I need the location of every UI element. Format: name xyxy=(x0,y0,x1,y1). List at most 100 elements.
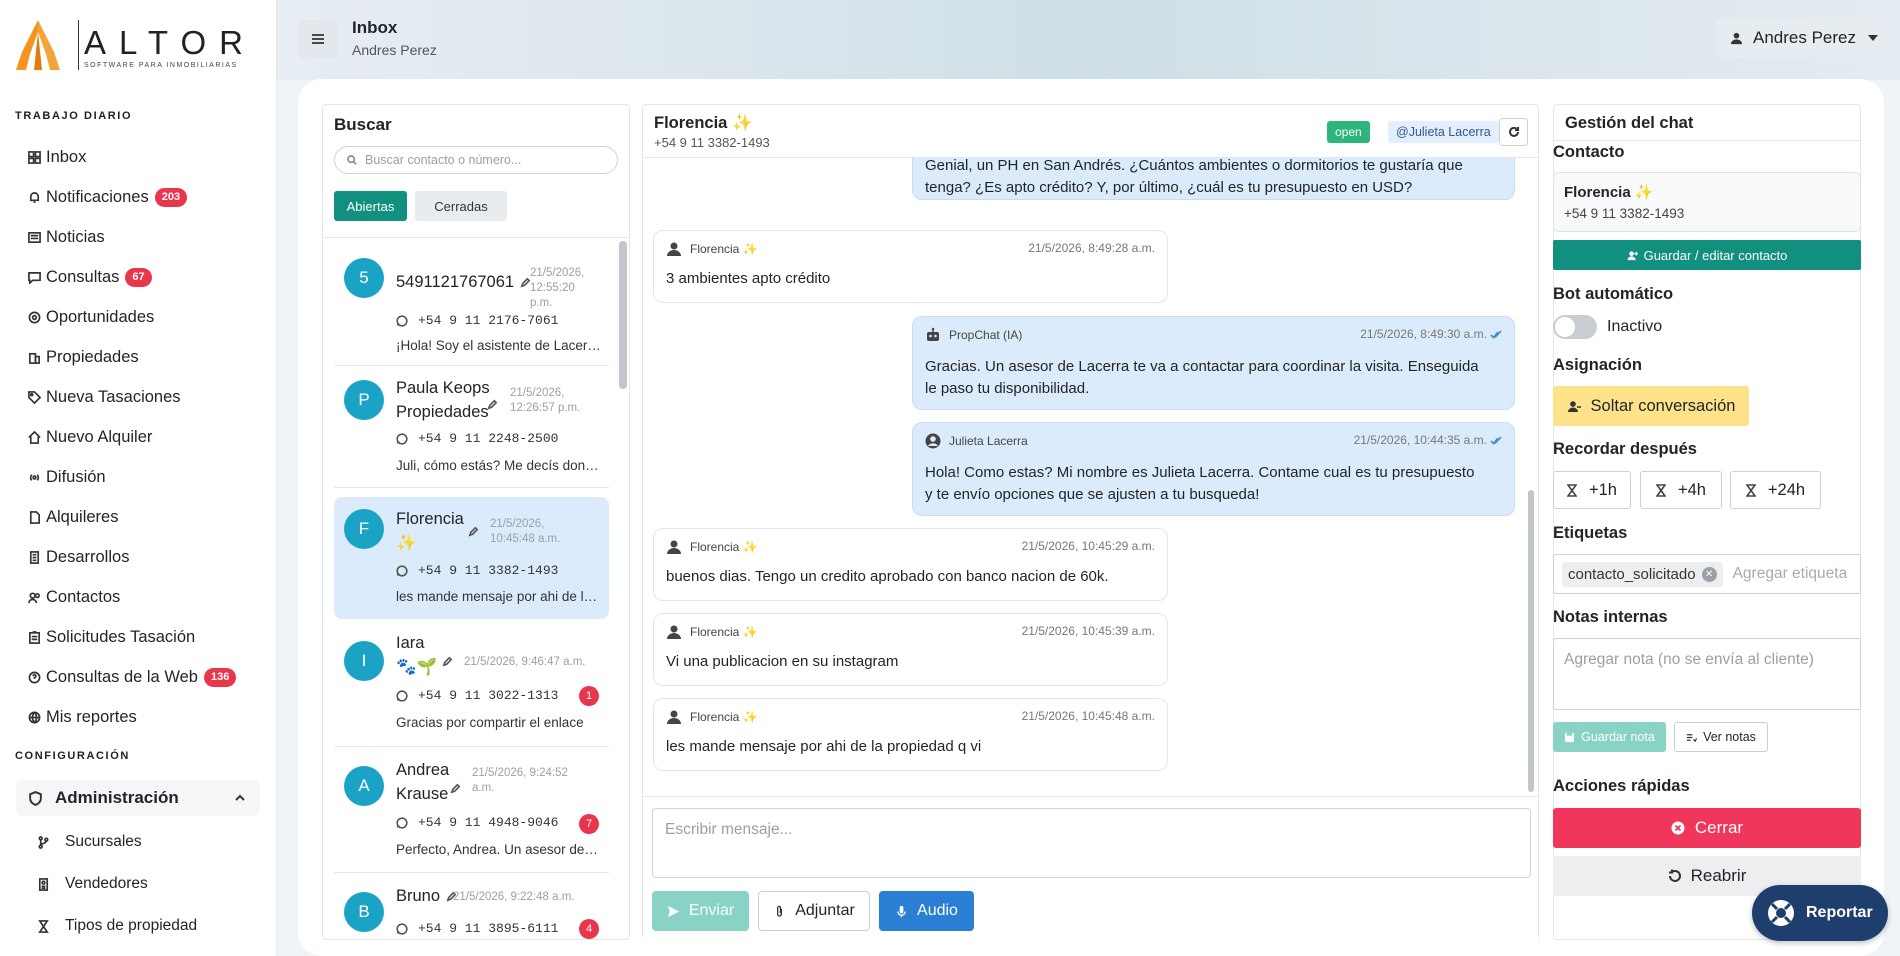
sparkle-emoji: ✨ xyxy=(731,114,753,132)
audio-button[interactable]: Audio xyxy=(879,891,974,931)
remind-1h-button[interactable]: +1h xyxy=(1553,471,1631,509)
close-conversation-button[interactable]: Cerrar xyxy=(1553,808,1861,848)
paperclip-icon xyxy=(777,905,783,917)
conversation-phone: +54 9 11 4948-9046 xyxy=(396,815,558,830)
pencil-icon[interactable] xyxy=(487,399,498,410)
hourglass-icon xyxy=(38,919,49,933)
sidebar-item-vendedores[interactable]: Vendedores xyxy=(37,875,148,893)
refresh-button[interactable] xyxy=(1499,118,1528,146)
user-icon xyxy=(667,625,681,639)
save-contact-button[interactable]: Guardar / editar contacto xyxy=(1553,240,1861,270)
sidebar-item-difusion[interactable]: Difusión xyxy=(28,466,106,488)
send-button[interactable]: Enviar xyxy=(652,891,749,931)
conversation-preview: Perfecto, Andrea. Un asesor de Lacerra xyxy=(396,842,601,857)
tag-placeholder[interactable]: Agregar etiqueta xyxy=(1733,565,1848,583)
hourglass-icon xyxy=(1656,483,1666,497)
globe-icon xyxy=(28,711,41,724)
sidebar-item-propiedades[interactable]: Propiedades xyxy=(28,346,139,368)
sidebar-item-oportunidades[interactable]: Oportunidades xyxy=(28,306,154,328)
user-name: Andres Perez xyxy=(1753,28,1856,47)
sidebar-item-nuevo-alquiler[interactable]: Nuevo Alquiler xyxy=(28,426,152,448)
tab-abiertas[interactable]: Abiertas xyxy=(334,191,407,221)
message-text: Vi una publicacion en su instagram xyxy=(666,653,899,670)
whatsapp-icon xyxy=(396,922,408,935)
remove-tag-icon[interactable]: ✕ xyxy=(1701,566,1717,582)
sidebar-item-label: Nuevo Alquiler xyxy=(46,427,153,446)
conversation-date: 21/5/2026, 12:26:57 p.m. xyxy=(510,386,580,416)
conversation-name-text: Bruno xyxy=(396,887,441,905)
sidebar-item-tipos-propiedad[interactable]: Tipos de propiedad xyxy=(37,917,197,935)
notes-textarea[interactable]: Agregar nota (no se envía al cliente) xyxy=(1553,638,1861,710)
conversation-preview: Gracias por compartir el enlace xyxy=(396,715,584,730)
sidebar-group-administracion[interactable]: Administración xyxy=(16,780,260,816)
conversation-phone-text: +54 9 11 4948-9046 xyxy=(418,815,559,830)
conversation-item[interactable]: I Iara 🐾🌱 21/5/2026, 9:46:47 a.m. +54 9 1… xyxy=(334,623,609,747)
message-time-text: 21/5/2026, 10:45:39 a.m. xyxy=(1021,624,1155,638)
message-line: y te envío opciones que se ajusten a tu … xyxy=(925,486,1260,503)
management-title: Gestión del chat xyxy=(1565,114,1694,132)
sidebar-item-solicitudes-tasacion[interactable]: Solicitudes Tasación xyxy=(28,626,195,648)
message-time: 21/5/2026, 10:44:35 a.m. xyxy=(1354,433,1502,447)
user-menu-button[interactable]: Andres Perez xyxy=(1716,18,1884,58)
avatar: A xyxy=(344,766,384,806)
pencil-icon[interactable] xyxy=(442,656,453,667)
conversation-name-line: Florencia xyxy=(396,510,464,528)
sparkle-emoji: ✨ xyxy=(396,534,417,552)
message-line: Gracias. Un asesor de Lacerra te va a co… xyxy=(925,358,1479,375)
whatsapp-icon xyxy=(396,816,408,829)
remind-4h-button[interactable]: +4h xyxy=(1640,471,1722,509)
conversation-item[interactable]: A Andrea Krause 21/5/2026, 9:24:52 a.m. +5… xyxy=(334,748,609,873)
shield-icon xyxy=(29,790,42,806)
date-line: 12:55:20 xyxy=(530,282,575,294)
sidebar-item-notificaciones[interactable]: Notificaciones 203 xyxy=(28,186,188,208)
sidebar-item-label: Oportunidades xyxy=(46,307,155,326)
send-icon xyxy=(667,905,679,917)
bot-toggle[interactable] xyxy=(1553,315,1597,339)
sidebar-item-inbox[interactable]: Inbox xyxy=(28,146,86,168)
conversation-date: 21/5/2026, 10:45:48 a.m. xyxy=(490,517,560,547)
sidebar-item-noticias[interactable]: Noticias xyxy=(28,226,105,248)
conversation-item-selected[interactable]: F Florencia ✨ 21/5/2026, 10:45:48 a.m. +54… xyxy=(334,497,609,619)
sidebar-toggle-button[interactable] xyxy=(298,20,338,58)
save-note-button[interactable]: Guardar nota xyxy=(1553,722,1666,752)
attach-label: Adjuntar xyxy=(795,902,855,919)
save-note-label: Guardar nota xyxy=(1581,730,1655,744)
conversation-item[interactable]: B Bruno 21/5/2026, 9:22:48 a.m. +54 9 11… xyxy=(334,874,609,940)
message-input[interactable]: Escribir mensaje... xyxy=(652,808,1531,878)
sidebar-item-alquileres[interactable]: Alquileres xyxy=(28,506,118,528)
sidebar-item-label: Notificaciones xyxy=(46,187,149,206)
user-minus-icon xyxy=(1567,401,1581,412)
search-box[interactable] xyxy=(334,146,618,174)
sidebar-item-contactos[interactable]: Contactos xyxy=(28,586,120,608)
sidebar-item-consultas-web[interactable]: Consultas de la Web 136 xyxy=(28,666,237,688)
sidebar-item-consultas[interactable]: Consultas 67 xyxy=(28,266,152,288)
sidebar-item-desarrollos[interactable]: Desarrollos xyxy=(28,546,129,568)
pencil-icon[interactable] xyxy=(468,526,479,537)
remind-24h-button[interactable]: +24h xyxy=(1730,471,1821,509)
sidebar-item-mis-reportes[interactable]: Mis reportes xyxy=(28,706,137,728)
section-config-title: CONFIGURACIÓN xyxy=(15,750,130,762)
search-input[interactable] xyxy=(365,153,595,167)
conversation-item[interactable]: P Paula Keops Propiedades 21/5/2026, 12:26… xyxy=(334,368,609,488)
save-icon xyxy=(1565,732,1575,742)
pencil-icon[interactable] xyxy=(450,783,461,794)
message-thread-scrollbar[interactable] xyxy=(1528,490,1534,792)
sidebar-item-nueva-tasaciones[interactable]: Nueva Tasaciones xyxy=(28,386,181,408)
conversation-name-line: Krause xyxy=(396,785,449,803)
tags-input[interactable]: contacto_solicitado ✕ Agregar etiqueta xyxy=(1553,554,1861,594)
tab-cerradas[interactable]: Cerradas xyxy=(415,191,507,221)
release-conversation-button[interactable]: Soltar conversación xyxy=(1553,386,1749,426)
message-bubble-outgoing: Genial, un PH en San Andrés. ¿Cuántos am… xyxy=(912,158,1515,200)
user-circle-icon xyxy=(925,433,941,449)
report-button[interactable]: Reportar xyxy=(1752,885,1888,941)
conversation-date: 21/5/2026, 12:55:20 p.m. xyxy=(530,266,584,311)
see-notes-button[interactable]: Ver notas xyxy=(1674,722,1768,752)
message-line: le paso tu disponibilidad. xyxy=(925,380,1090,397)
conversation-list-scrollbar[interactable] xyxy=(619,241,627,389)
attach-button[interactable]: Adjuntar xyxy=(758,891,870,931)
notes-heading: Notas internas xyxy=(1553,608,1668,626)
branch-icon xyxy=(38,835,49,849)
conversation-item[interactable]: 5 5491121767061 21/5/2026, 12:55:20 p.m. +… xyxy=(334,246,609,366)
altor-logo[interactable]: ALTOR SOFTWARE PARA INMOBILIARIAS xyxy=(14,18,244,74)
sidebar-item-sucursales[interactable]: Sucursales xyxy=(37,833,142,851)
